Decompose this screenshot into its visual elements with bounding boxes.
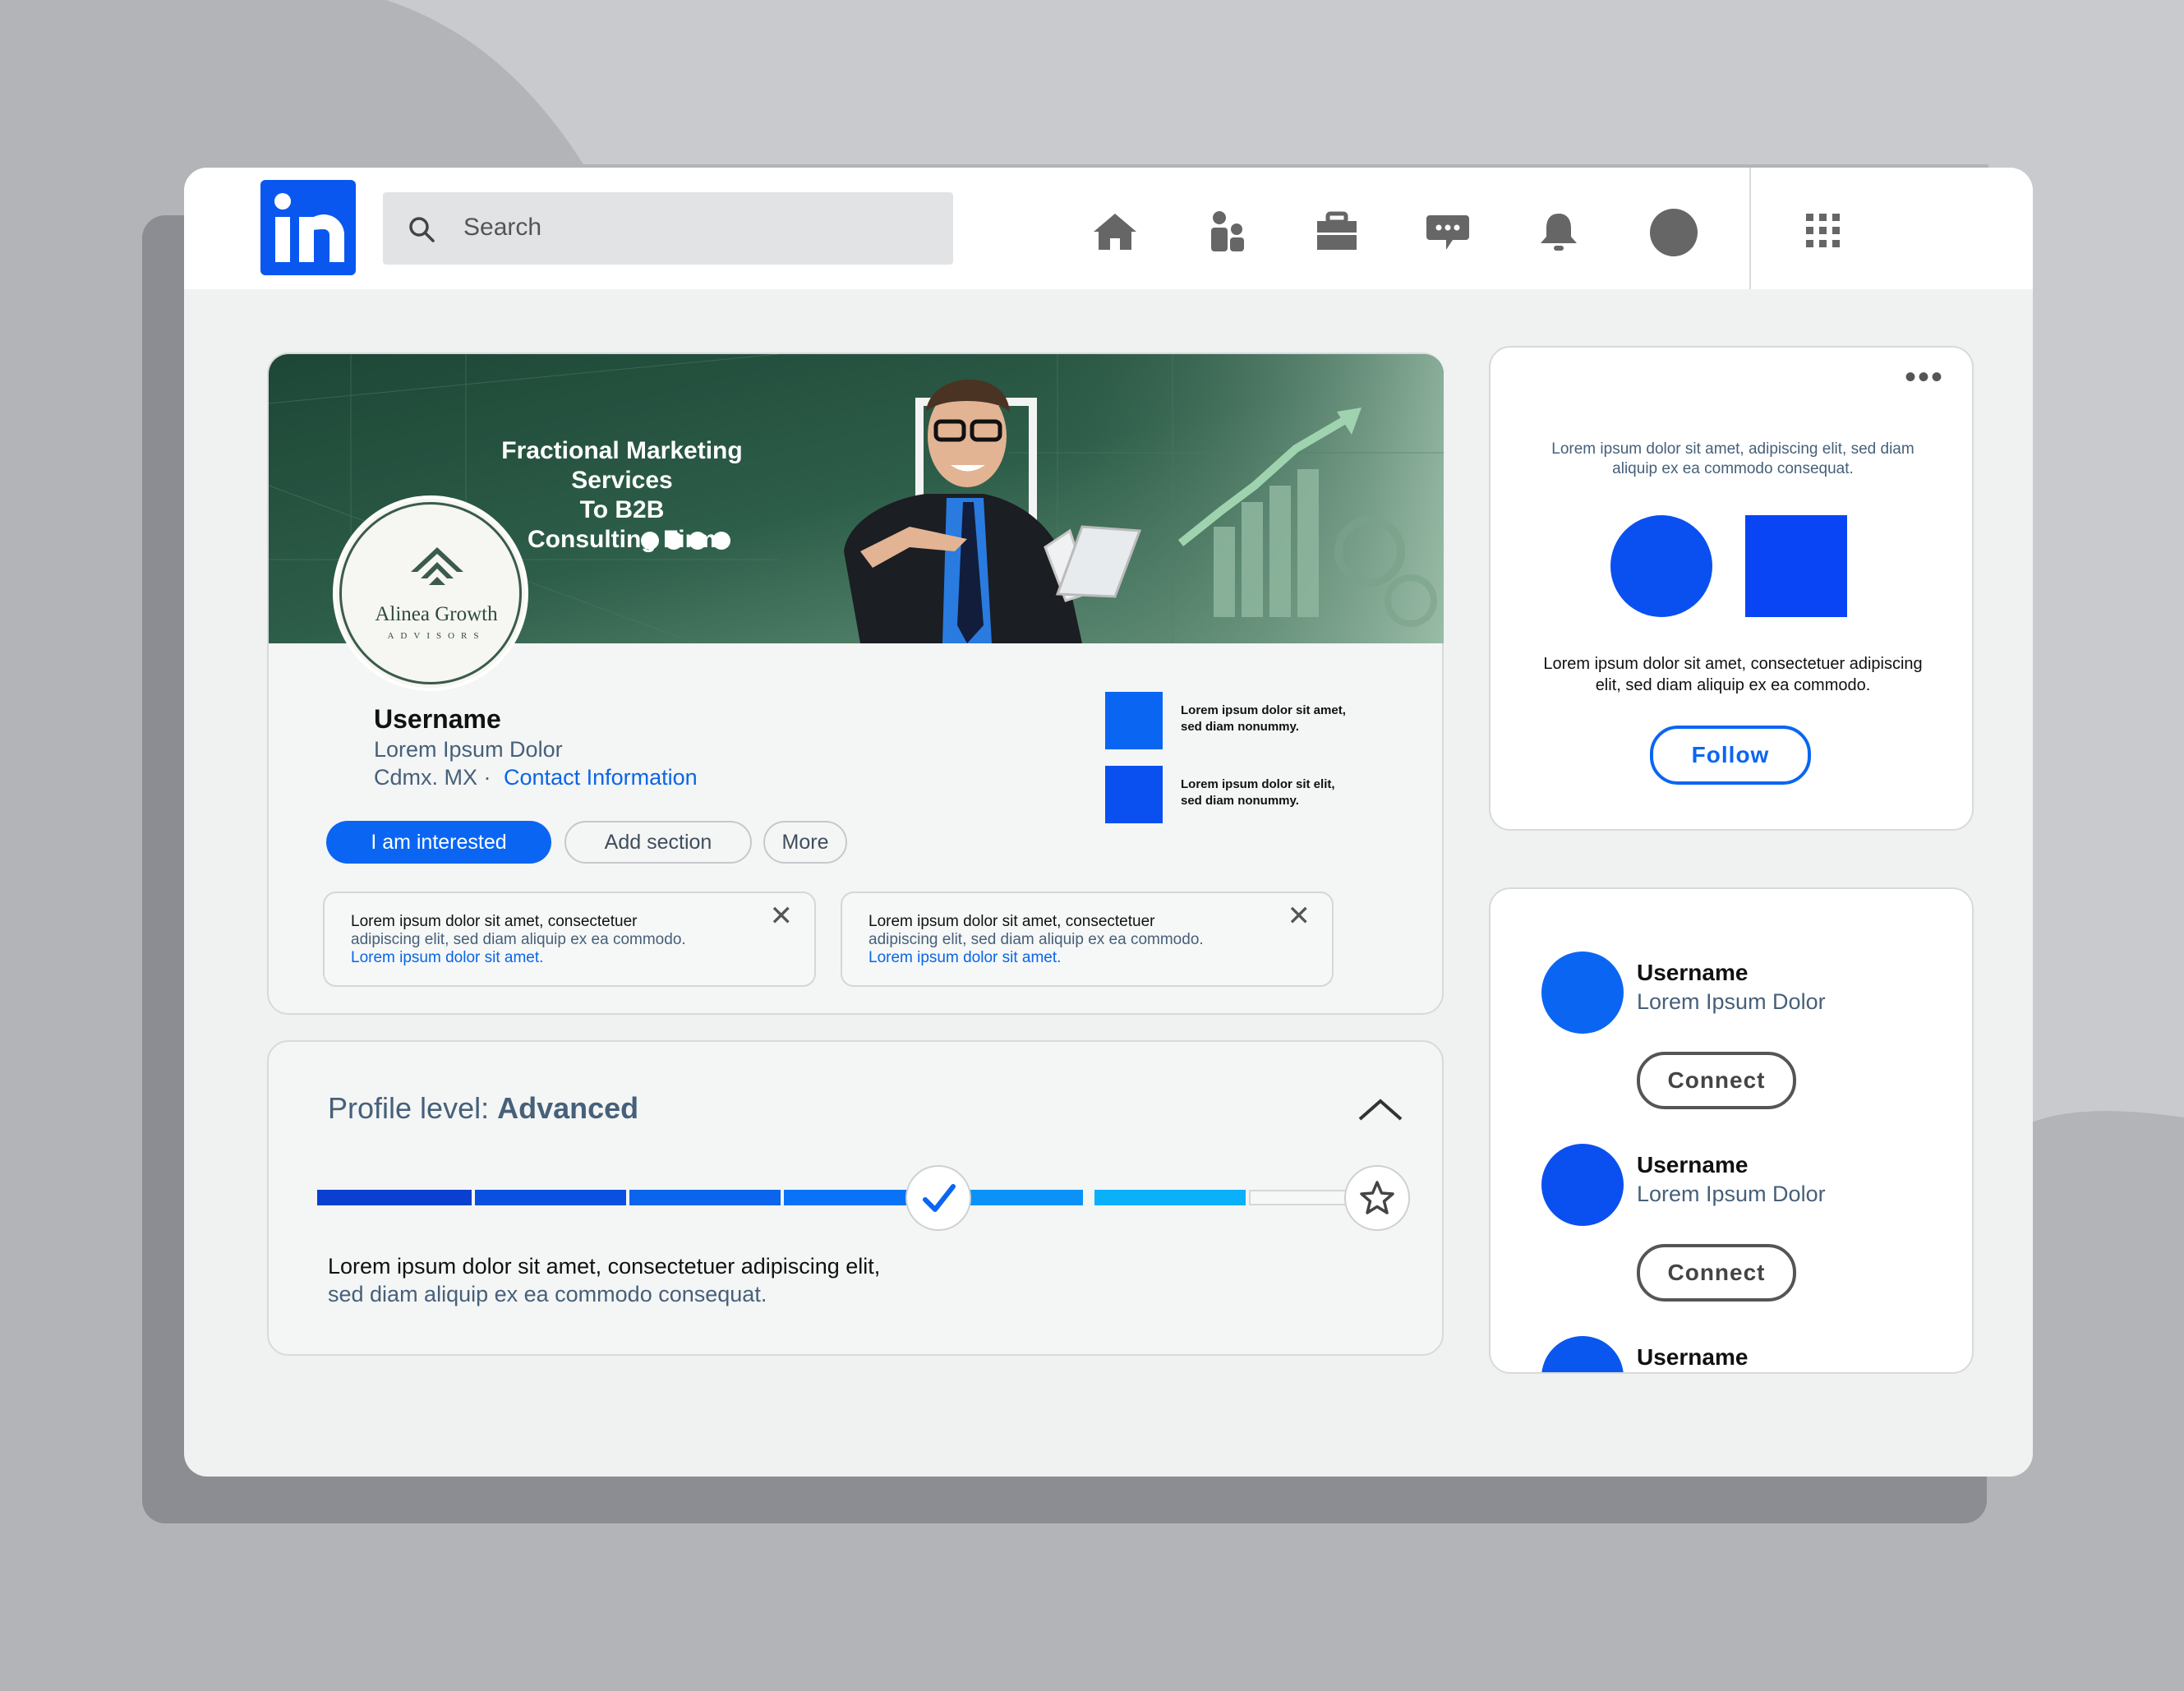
search-icon bbox=[409, 217, 435, 242]
profile-level-value: Advanced bbox=[497, 1091, 639, 1125]
suggestion-name-2[interactable]: Username bbox=[1637, 1152, 1748, 1178]
chevron-up-icon[interactable] bbox=[1357, 1096, 1404, 1122]
suggestion-avatar-1[interactable] bbox=[1541, 951, 1624, 1034]
app-window: Search Fractional Marketing Services To … bbox=[184, 168, 2033, 1477]
notice-card-1: Lorem ipsum dolor sit amet, consectetuer… bbox=[323, 892, 816, 987]
close-icon[interactable]: ✕ bbox=[1288, 900, 1311, 933]
star-icon bbox=[1360, 1181, 1394, 1214]
brand-name: Alinea Growth bbox=[375, 603, 498, 625]
suggestion-name-1[interactable]: Username bbox=[1637, 960, 1748, 986]
progress-segment-6 bbox=[1094, 1190, 1246, 1205]
notifications-icon[interactable] bbox=[1536, 210, 1582, 253]
suggestion-avatar-2[interactable] bbox=[1541, 1144, 1624, 1226]
search-input[interactable]: Search bbox=[463, 214, 541, 242]
notice-card-2: Lorem ipsum dolor sit amet, consectetuer… bbox=[841, 892, 1334, 987]
people-suggestions-card: Username Lorem Ipsum Dolor Connect Usern… bbox=[1489, 887, 1974, 1374]
promo-card: ••• Lorem ipsum dolor sit amet, adipisci… bbox=[1489, 346, 1974, 831]
close-icon[interactable]: ✕ bbox=[770, 900, 794, 933]
suggestion-headline-2: Lorem Ipsum Dolor bbox=[1637, 1182, 1826, 1206]
banner-title-line-1: Fractional Marketing Services bbox=[501, 437, 743, 494]
nav-divider bbox=[1749, 168, 1751, 289]
promo-square-shape bbox=[1745, 515, 1847, 617]
progress-segment-3 bbox=[629, 1190, 781, 1205]
messaging-icon[interactable] bbox=[1425, 210, 1471, 253]
profile-headline: Lorem Ipsum Dolor bbox=[374, 737, 563, 762]
connect-button-2[interactable]: Connect bbox=[1637, 1244, 1796, 1302]
profile-avatar[interactable] bbox=[1650, 209, 1698, 256]
facebook-icon[interactable] bbox=[641, 532, 659, 550]
alinea-logo-icon bbox=[411, 547, 463, 585]
progress-goal-node[interactable] bbox=[1344, 1165, 1410, 1231]
i-am-interested-button[interactable]: I am interested bbox=[326, 821, 551, 864]
notice-link[interactable]: Lorem ipsum dolor sit amet. bbox=[869, 949, 1061, 967]
notice-link[interactable]: Lorem ipsum dolor sit amet. bbox=[351, 949, 543, 967]
suggestion-name-3[interactable]: Username bbox=[1637, 1344, 1748, 1371]
instagram-icon[interactable] bbox=[665, 532, 683, 550]
profile-username: Username bbox=[374, 704, 501, 734]
top-navigation-bar: Search bbox=[184, 168, 2033, 289]
more-button[interactable]: More bbox=[763, 821, 847, 864]
highlight-2: Lorem ipsum dolor sit elit, sed diam non… bbox=[1181, 777, 1335, 808]
connect-button-1[interactable]: Connect bbox=[1637, 1052, 1796, 1109]
check-icon bbox=[923, 1184, 956, 1212]
promo-text-bottom: Lorem ipsum dolor sit amet, consectetuer… bbox=[1543, 655, 1923, 694]
profile-location: Cdmx. MX · Contact Information bbox=[374, 765, 698, 790]
profile-level-title: Profile level: Advanced bbox=[328, 1091, 639, 1125]
search-bar[interactable]: Search bbox=[383, 192, 953, 265]
add-section-button[interactable]: Add section bbox=[564, 821, 752, 864]
more-options-icon[interactable]: ••• bbox=[1905, 359, 1944, 396]
brand-subtitle: ADVISORS bbox=[387, 631, 486, 641]
jobs-icon[interactable] bbox=[1314, 210, 1360, 253]
profile-card: Fractional Marketing Services To B2B Con… bbox=[267, 352, 1444, 1015]
highlight-square-1 bbox=[1105, 692, 1163, 749]
apps-grid-icon[interactable] bbox=[1804, 212, 1842, 250]
twitter-icon[interactable] bbox=[712, 532, 730, 550]
highlight-square-2 bbox=[1105, 766, 1163, 823]
highlight-1: Lorem ipsum dolor sit amet, sed diam non… bbox=[1181, 703, 1346, 734]
profile-avatar-large[interactable]: Alinea Growth ADVISORS bbox=[333, 495, 528, 691]
suggestion-headline-1: Lorem Ipsum Dolor bbox=[1637, 989, 1826, 1014]
linkedin-logo[interactable] bbox=[260, 180, 356, 275]
my-network-icon[interactable] bbox=[1205, 210, 1251, 253]
location-text: Cdmx. MX · bbox=[374, 765, 491, 790]
progress-segment-1 bbox=[317, 1190, 472, 1205]
contact-information-link[interactable]: Contact Information bbox=[504, 765, 698, 790]
progress-segment-7 bbox=[1249, 1190, 1356, 1205]
linkedin-icon[interactable] bbox=[689, 532, 707, 550]
suggestion-avatar-3[interactable] bbox=[1541, 1336, 1624, 1372]
progress-segment-2 bbox=[475, 1190, 626, 1205]
progress-current-node[interactable] bbox=[905, 1165, 971, 1231]
home-icon[interactable] bbox=[1092, 210, 1138, 253]
profile-level-desc-line2: sed diam aliquip ex ea commodo consequat… bbox=[328, 1282, 767, 1306]
promo-text-top: Lorem ipsum dolor sit amet, adipiscing e… bbox=[1551, 440, 1914, 477]
follow-button[interactable]: Follow bbox=[1650, 726, 1811, 785]
banner-title-line-2: To B2B bbox=[579, 496, 665, 523]
progress-segment-5 bbox=[965, 1190, 1083, 1205]
profile-level-desc-line1: Lorem ipsum dolor sit amet, consectetuer… bbox=[328, 1254, 881, 1279]
promo-circle-shape bbox=[1610, 515, 1712, 617]
